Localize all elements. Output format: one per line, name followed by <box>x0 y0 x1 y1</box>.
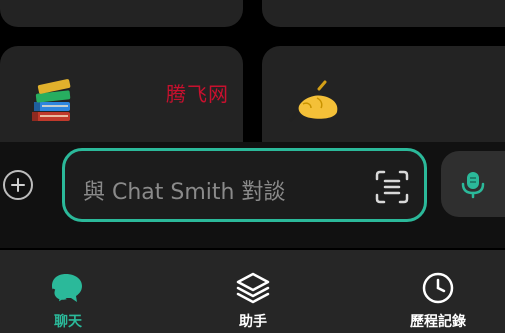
tab-history-label: 歷程記錄 <box>410 314 466 330</box>
tab-assistant[interactable]: 助手 <box>223 250 283 333</box>
chat-bubbles-icon <box>51 274 82 306</box>
plus-icon <box>11 178 25 192</box>
add-attachment-button[interactable] <box>3 170 33 200</box>
chat-input-placeholder: 與 Chat Smith 對談 <box>83 180 286 205</box>
writing-hand-icon <box>289 80 338 122</box>
voice-input-button[interactable] <box>441 151 505 217</box>
tab-chat[interactable]: 聊天 <box>38 250 98 333</box>
assistant-card-top-left[interactable] <box>0 0 243 27</box>
tab-history[interactable]: 歷程記錄 <box>398 250 478 333</box>
tab-chat-label: 聊天 <box>54 314 82 330</box>
scan-text-icon[interactable] <box>374 169 410 205</box>
books-icon <box>32 79 71 121</box>
chat-input[interactable]: 與 Chat Smith 對談 <box>62 148 427 222</box>
tab-assistant-label: 助手 <box>239 314 267 330</box>
clock-icon <box>422 272 454 304</box>
layers-icon <box>236 272 270 304</box>
bottom-tab-bar: 聊天 助手 歷程記錄 <box>0 250 505 333</box>
microphone-icon <box>461 172 485 199</box>
assistant-card-top-right[interactable] <box>262 0 505 27</box>
watermark-text: 腾飞网 <box>166 82 229 106</box>
